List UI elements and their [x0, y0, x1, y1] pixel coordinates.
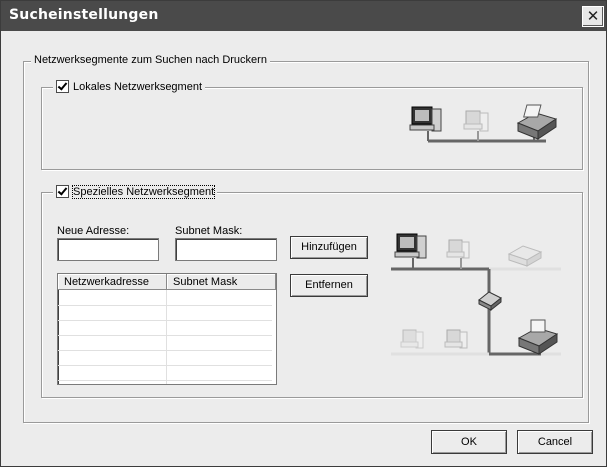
close-icon: ✕	[586, 7, 600, 25]
close-button[interactable]: ✕	[582, 6, 604, 27]
new-address-input[interactable]	[57, 238, 159, 261]
dialog-window: Sucheinstellungen ✕ Netzwerksegmente zum…	[0, 0, 607, 467]
computer-icon-faded	[463, 110, 489, 132]
title-bar[interactable]: Sucheinstellungen ✕	[1, 1, 606, 31]
local-segment-checkbox[interactable]	[56, 80, 69, 93]
local-segment-label: Lokales Netzwerksegment	[73, 80, 203, 93]
column-header-subnet-mask[interactable]: Subnet Mask	[167, 274, 276, 290]
subnet-mask-label: Subnet Mask:	[175, 225, 243, 237]
segments-group-label: Netzwerksegmente zum Suchen nach Drucker…	[31, 54, 270, 66]
address-table[interactable]: Netzwerkadresse Subnet Mask	[57, 273, 277, 385]
local-segment-checkbox-row[interactable]: Lokales Netzwerksegment	[53, 80, 206, 93]
computer-icon-faded	[400, 329, 424, 349]
special-segment-checkbox-row[interactable]: Spezielles Netzwerksegment	[53, 184, 218, 199]
special-network-illustration	[391, 233, 561, 356]
computer-icon-faded	[446, 239, 470, 269]
table-row	[58, 306, 272, 321]
special-segment-checkbox[interactable]	[56, 185, 69, 198]
remove-button[interactable]: Entfernen	[290, 274, 368, 297]
printer-icon-faded	[507, 245, 543, 267]
column-header-network-address[interactable]: Netzwerkadresse	[58, 274, 167, 290]
table-row	[58, 321, 272, 336]
computer-icon	[409, 106, 442, 132]
table-row	[58, 366, 272, 381]
ok-button[interactable]: OK	[431, 430, 507, 454]
cancel-button[interactable]: Cancel	[517, 430, 593, 454]
local-network-illustration	[409, 104, 558, 143]
computer-icon-faded	[444, 329, 468, 349]
table-row	[58, 336, 272, 351]
window-title: Sucheinstellungen	[9, 7, 159, 23]
table-row	[58, 291, 272, 306]
add-button[interactable]: Hinzufügen	[290, 236, 368, 259]
computer-icon	[394, 233, 427, 269]
special-segment-label: Spezielles Netzwerksegment	[71, 184, 216, 199]
printer-icon	[517, 319, 559, 355]
router-icon	[478, 291, 502, 312]
table-row	[58, 351, 272, 366]
printer-icon	[516, 104, 558, 140]
new-address-label: Neue Adresse:	[57, 225, 130, 237]
subnet-mask-input[interactable]	[175, 238, 277, 261]
